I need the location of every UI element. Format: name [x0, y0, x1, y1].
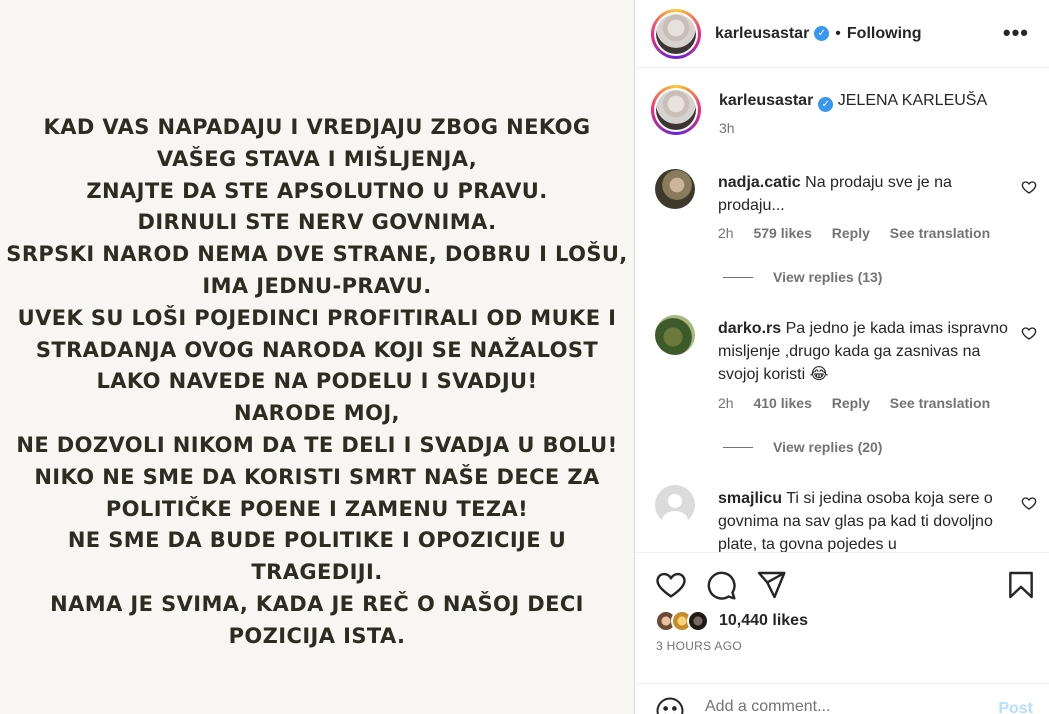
author-avatar[interactable] — [651, 8, 701, 59]
view-replies-label: View replies (13) — [773, 269, 883, 285]
comment-time: 2h — [718, 225, 734, 241]
comment-text-block: smajlicu Ti si jedina osoba koja sere o … — [718, 487, 1008, 552]
reply-button[interactable]: Reply — [832, 395, 870, 411]
commenter-avatar[interactable] — [655, 169, 695, 209]
image-text-line: UVEK SU LOŠI POJEDINCI PROFITIRALI OD MU… — [17, 305, 617, 330]
post-image-text: KAD VAS NAPADAJU I VREDJAJU ZBOG NEKOG V… — [0, 112, 634, 653]
caption-text: JELENA KARLEUŠA — [837, 92, 988, 109]
comment-meta: 2h 410 likes Reply See translation — [718, 395, 1006, 411]
commenter-avatar[interactable] — [655, 485, 695, 525]
view-replies-button[interactable]: View replies (20) — [723, 439, 882, 455]
see-translation-button[interactable]: See translation — [890, 225, 990, 241]
image-text-line: TRAGEDIJI. — [251, 560, 383, 585]
comment-input[interactable] — [705, 698, 985, 714]
liker-avatar — [687, 610, 709, 632]
like-comment-heart-icon[interactable] — [1021, 179, 1037, 195]
image-text-line: POZICIJA ISTA. — [228, 623, 406, 648]
like-comment-heart-icon[interactable] — [1021, 495, 1037, 511]
save-bookmark-icon[interactable] — [1005, 569, 1037, 601]
see-translation-button[interactable]: See translation — [890, 395, 990, 411]
like-heart-icon[interactable] — [655, 569, 687, 601]
post-sidebar: karleusastar ✓ • Following ••• karleusas… — [634, 0, 1049, 714]
caption-username[interactable]: karleusastar — [719, 92, 813, 109]
post-actions: 10,440 likes 3 HOURS AGO Post — [635, 552, 1049, 714]
instagram-post: KAD VAS NAPADAJU I VREDJAJU ZBOG NEKOG V… — [0, 0, 1049, 714]
separator-dot: • — [835, 24, 841, 42]
verified-badge-icon: ✓ — [818, 97, 834, 112]
likes-row[interactable]: 10,440 likes — [655, 610, 808, 632]
image-text-line: NIKO NE SME DA KORISTI SMRT NAŠE DECE ZA — [34, 464, 600, 489]
comment-likes[interactable]: 579 likes — [753, 225, 811, 241]
image-text-line: NE DOZVOLI NIKOM DA TE DELI I SVADJA U B… — [16, 432, 618, 457]
comment-bubble-icon[interactable] — [705, 569, 737, 601]
following-button[interactable]: Following — [847, 25, 922, 43]
comment-text-block: darko.rs Pa jedno je kada imas ispravno … — [718, 317, 1008, 386]
image-text-line: STRADANJA OVOG NARODA KOJI SE NAŽALOST — [35, 337, 599, 362]
image-text-line: IMA JEDNU-PRAVU. — [202, 273, 432, 298]
replies-divider — [723, 276, 753, 278]
image-text-line: VAŠEG STAVA I MIŠLJENJA, — [156, 146, 478, 171]
verified-badge-icon: ✓ — [814, 26, 830, 41]
image-text-line: SRPSKI NAROD NEMA DVE STRANE, DOBRU I LO… — [6, 242, 628, 267]
add-comment-bar: Post — [635, 683, 1049, 714]
image-text-line: NARODE MOJ, — [234, 401, 400, 426]
image-text-line: LAKO NAVEDE NA PODELU I SVADJU! — [96, 369, 538, 394]
post-comment-button[interactable]: Post — [998, 700, 1033, 714]
image-text-line: DIRNULI STE NERV GOVNIMA. — [137, 210, 497, 235]
share-send-icon[interactable] — [755, 569, 787, 601]
more-options-icon[interactable]: ••• — [1003, 20, 1029, 46]
comments-section[interactable]: karleusastar ✓ JELENA KARLEUŠA 3h nadja.c… — [635, 69, 1049, 552]
likes-count[interactable]: 10,440 likes — [719, 612, 808, 630]
author-username[interactable]: karleusastar — [715, 25, 809, 43]
image-text-line: POLITIČKE POENE I ZAMENU TEZA! — [105, 496, 529, 521]
caption-avatar[interactable] — [651, 85, 701, 135]
image-text-line: KAD VAS NAPADAJU I VREDJAJU ZBOG NEKOG — [43, 115, 591, 139]
commenter-avatar[interactable] — [655, 315, 695, 355]
commenter-username[interactable]: smajlicu — [718, 490, 782, 507]
post-timestamp: 3 HOURS AGO — [656, 639, 742, 653]
comment-meta: 2h 579 likes Reply See translation — [718, 225, 1006, 241]
post-image[interactable]: KAD VAS NAPADAJU I VREDJAJU ZBOG NEKOG V… — [0, 0, 634, 714]
image-text-line: NAMA JE SVIMA, KADA JE REČ O NAŠOJ DECI — [50, 591, 584, 616]
post-header: karleusastar ✓ • Following ••• — [635, 0, 1049, 68]
image-text-line: ZNAJTE DA STE APSOLUTNO U PRAVU. — [86, 178, 548, 203]
caption-time: 3h — [719, 120, 735, 136]
like-comment-heart-icon[interactable] — [1021, 325, 1037, 341]
comment-likes[interactable]: 410 likes — [753, 395, 811, 411]
reply-button[interactable]: Reply — [832, 225, 870, 241]
replies-divider — [723, 446, 753, 448]
view-replies-label: View replies (20) — [773, 439, 883, 455]
comment-time: 2h — [718, 395, 734, 411]
emoji-icon[interactable] — [655, 696, 685, 714]
view-replies-button[interactable]: View replies (13) — [723, 269, 882, 285]
commenter-username[interactable]: darko.rs — [718, 320, 781, 337]
post-caption: karleusastar ✓ JELENA KARLEUŠA 3h — [651, 85, 987, 136]
image-text-line: NE SME DA BUDE POLITIKE I OPOZICIJE U — [67, 528, 567, 553]
commenter-username[interactable]: nadja.catic — [718, 174, 801, 191]
comment-text-block: nadja.catic Na prodaju sve je na prodaju… — [718, 171, 1008, 217]
